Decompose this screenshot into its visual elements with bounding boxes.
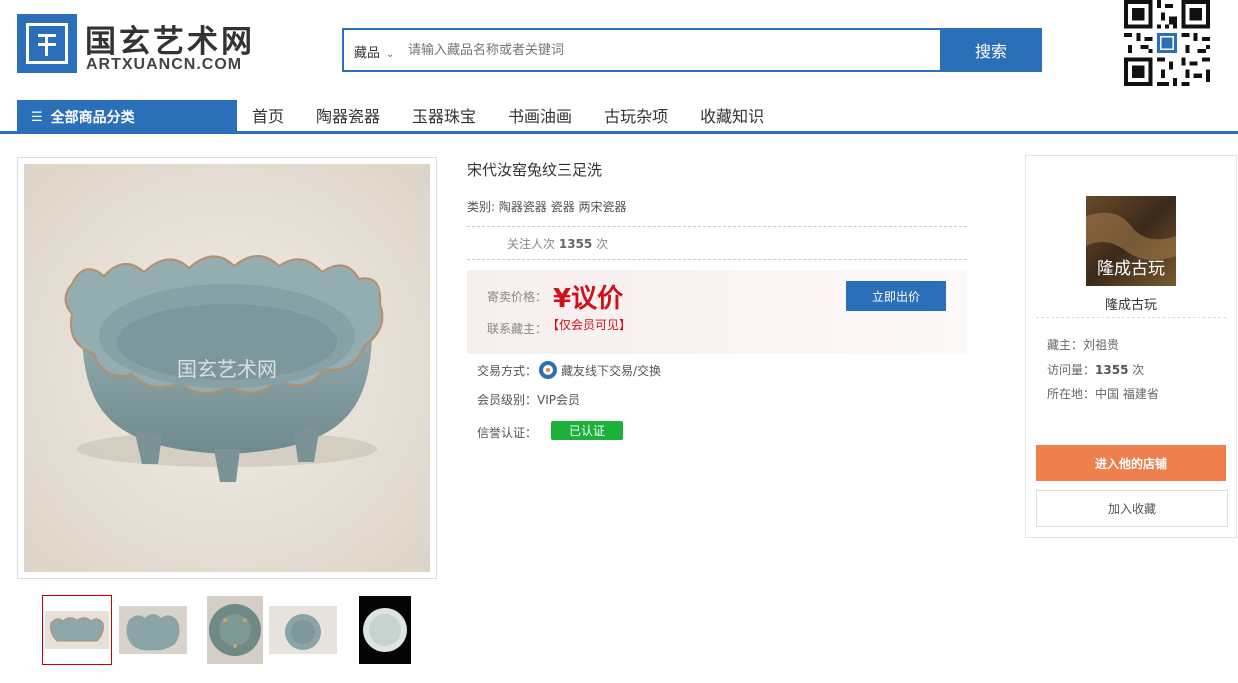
thumbnail-3[interactable] [200,595,270,665]
chevron-down-icon: ⌄ [386,49,395,60]
divider [467,226,967,227]
nav-item-paintings[interactable]: 书画油画 [492,100,588,134]
logo-icon [17,14,77,73]
shop-owner: 藏主：刘祖贵 [1047,338,1120,352]
trade-icon [539,361,558,379]
divider [467,259,967,260]
shop-name[interactable]: 隆成古玩 [1026,294,1236,313]
qr-code-icon [1124,0,1210,86]
nav-item-home[interactable]: 首页 [236,100,300,134]
thumbnail-2[interactable] [118,595,188,665]
site-logo[interactable]: 国玄艺术网 ARTXUANCN.COM [17,14,277,76]
search-button[interactable]: 搜索 [940,28,1042,72]
enter-shop-button[interactable]: 进入他的店铺 [1036,445,1226,481]
thumbnail-1[interactable] [42,595,112,665]
category-label: 类别: [467,200,496,214]
verified-badge: 已认证 [551,421,623,440]
price-label: 寄卖价格： [487,290,548,304]
trade-label: 交易方式： [477,363,538,378]
product-title: 宋代汝窑兔纹三足洗 [467,161,603,179]
nav-item-knowledge[interactable]: 收藏知识 [684,100,780,134]
shop-avatar[interactable]: 隆成古玩 [1086,196,1176,286]
category-value[interactable]: 陶器瓷器 瓷器 两宋瓷器 [499,200,627,214]
thumbnail-4[interactable] [268,595,338,665]
nav-item-jade-jewelry[interactable]: 玉器珠宝 [396,100,492,134]
logo-text: 国玄艺术网 [85,24,255,60]
bid-now-button[interactable]: 立即出价 [846,281,946,311]
main-image-frame: 国玄艺术网 [17,157,437,579]
shop-location: 所在地：中国 福建省 [1047,387,1159,401]
contact-label: 联系藏主： [487,322,548,336]
nav-item-antiques[interactable]: 古玩杂项 [588,100,684,134]
search-category-select[interactable]: 藏品 ⌄ [354,42,394,61]
search-category-label: 藏品 [354,46,381,61]
search-input[interactable] [408,36,928,64]
price-value: ¥议价 [553,284,624,314]
shop-visits: 访问量：1355 次 [1047,363,1145,377]
search-bar: 藏品 ⌄ 搜索 [342,28,1042,72]
follow-count: 关注人次 1355 次 [507,237,609,251]
trade-method: 交易方式： 藏友线下交易/交换 [477,361,661,379]
add-favorite-button[interactable]: 加入收藏 [1036,490,1228,527]
price-panel: 寄卖价格： ¥议价 联系藏主： 【仅会员可见】 立即出价 [467,270,967,354]
all-categories-label: 全部商品分类 [50,110,135,126]
credit-label: 信誉认证： [477,426,538,440]
shop-panel: 隆成古玩 隆成古玩 藏主：刘祖贵 访问量：1355 次 所在地：中国 福建省 进… [1025,155,1237,538]
member-level: 会员级别：VIP会员 [477,393,581,407]
contact-value: 【仅会员可见】 [547,318,632,332]
product-category: 类别: 陶器瓷器 瓷器 两宋瓷器 [467,198,627,215]
all-categories-button[interactable]: ☰ 全部商品分类 [17,100,237,134]
logo-domain: ARTXUANCN.COM [86,56,243,73]
nav-item-ceramics[interactable]: 陶器瓷器 [300,100,396,134]
trade-value: 藏友线下交易/交换 [561,363,662,378]
divider [1036,317,1226,318]
avatar-text: 隆成古玩 [1097,259,1165,279]
image-watermark: 国玄艺术网 [177,357,277,381]
product-image[interactable]: 国玄艺术网 [24,164,430,572]
thumbnail-5[interactable] [350,595,420,665]
main-nav: ☰ 全部商品分类 首页 陶器瓷器 玉器珠宝 书画油画 古玩杂项 收藏知识 [0,100,1238,134]
list-icon: ☰ [31,109,43,125]
